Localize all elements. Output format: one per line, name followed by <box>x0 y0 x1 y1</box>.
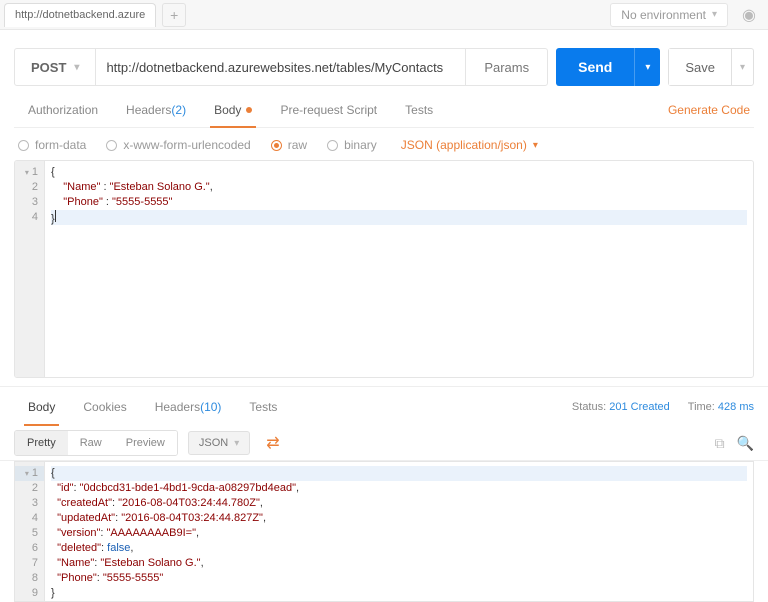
response-body-editor: ▾1 2 3 4 5 6 7 8 9 { "id": "0dcbcd31-bde… <box>0 460 768 602</box>
view-raw[interactable]: Raw <box>68 431 114 455</box>
tab-headers[interactable]: Headers (2) <box>112 92 200 128</box>
tab-body[interactable]: Body <box>200 92 266 128</box>
send-dropdown[interactable]: ▾ <box>634 48 660 86</box>
tab-add-button[interactable]: + <box>162 3 186 27</box>
code-area[interactable]: { "Name" : "Esteban Solano G.", "Phone" … <box>45 161 753 377</box>
resp-tab-tests[interactable]: Tests <box>235 387 291 426</box>
method-select[interactable]: POST ▾ <box>15 49 96 85</box>
params-button[interactable]: Params <box>465 49 547 85</box>
gutter: ▾1 2 3 4 <box>15 161 45 377</box>
search-icon[interactable]: 🔍 <box>737 435 754 452</box>
radio-urlencoded[interactable]: x-www-form-urlencoded <box>106 138 250 152</box>
tab-tests[interactable]: Tests <box>391 92 447 128</box>
url-input[interactable] <box>96 49 465 85</box>
generate-code-link[interactable]: Generate Code <box>668 103 754 117</box>
resp-tab-body[interactable]: Body <box>14 387 69 426</box>
eye-icon: ◉ <box>742 7 756 24</box>
view-mode-segment: Pretty Raw Preview <box>14 430 178 456</box>
environment-quicklook-button[interactable]: ◉ <box>738 5 760 25</box>
chevron-down-icon: ▾ <box>740 62 745 73</box>
tab-bar: http://dotnetbackend.azure + No environm… <box>0 0 768 30</box>
resp-tab-headers[interactable]: Headers (10) <box>141 387 236 426</box>
tab-request[interactable]: http://dotnetbackend.azure <box>4 3 156 27</box>
response-view-bar: Pretty Raw Preview JSON▾ ⇄ ⧉ 🔍 <box>0 426 768 460</box>
save-button[interactable]: Save <box>669 49 731 85</box>
chevron-down-icon: ▾ <box>712 9 717 20</box>
chevron-down-icon: ▾ <box>74 62 79 73</box>
time-value: 428 ms <box>718 401 754 413</box>
copy-icon[interactable]: ⧉ <box>715 435 725 452</box>
resp-tab-cookies[interactable]: Cookies <box>69 387 140 426</box>
request-panel: POST ▾ Params Send ▾ Save ▾ Authorizatio… <box>0 30 768 378</box>
view-pretty[interactable]: Pretty <box>15 431 68 455</box>
view-preview[interactable]: Preview <box>114 431 177 455</box>
radio-binary[interactable]: binary <box>327 138 377 152</box>
chevron-down-icon: ▾ <box>533 140 538 151</box>
tab-authorization[interactable]: Authorization <box>14 92 112 128</box>
radio-form-data[interactable]: form-data <box>18 138 86 152</box>
code-area[interactable]: { "id": "0dcbcd31-bde1-4bd1-9cda-a08297b… <box>45 462 753 601</box>
environment-label: No environment <box>621 8 706 22</box>
save-dropdown[interactable]: ▾ <box>731 49 753 85</box>
radio-raw[interactable]: raw <box>271 138 307 152</box>
gutter: ▾1 2 3 4 5 6 7 8 9 <box>15 462 45 601</box>
wrap-icon: ⇄ <box>266 435 279 452</box>
tab-prerequest[interactable]: Pre-request Script <box>266 92 391 128</box>
status-code: 201 Created <box>609 401 670 413</box>
plus-icon: + <box>170 7 178 23</box>
send-button[interactable]: Send <box>556 48 634 86</box>
wrap-lines-button[interactable]: ⇄ <box>260 429 285 457</box>
request-body-editor[interactable]: ▾1 2 3 4 { "Name" : "Esteban Solano G.",… <box>14 160 754 378</box>
chevron-down-icon: ▾ <box>234 438 239 449</box>
method-label: POST <box>31 60 66 75</box>
environment-select[interactable]: No environment ▾ <box>610 3 728 27</box>
status-block: Status: 201 Created Time: 428 ms <box>572 401 754 413</box>
chevron-down-icon: ▾ <box>645 62 650 73</box>
response-tabs: Body Cookies Headers (10) Tests Status: … <box>0 386 768 426</box>
tab-title: http://dotnetbackend.azure <box>15 9 145 21</box>
content-type-select[interactable]: JSON (application/json)▾ <box>401 138 538 152</box>
request-tabs: Authorization Headers (2) Body Pre-reque… <box>14 92 754 128</box>
unsaved-dot-icon <box>246 107 252 113</box>
format-select[interactable]: JSON▾ <box>188 431 250 455</box>
body-type-options: form-data x-www-form-urlencoded raw bina… <box>14 128 754 160</box>
